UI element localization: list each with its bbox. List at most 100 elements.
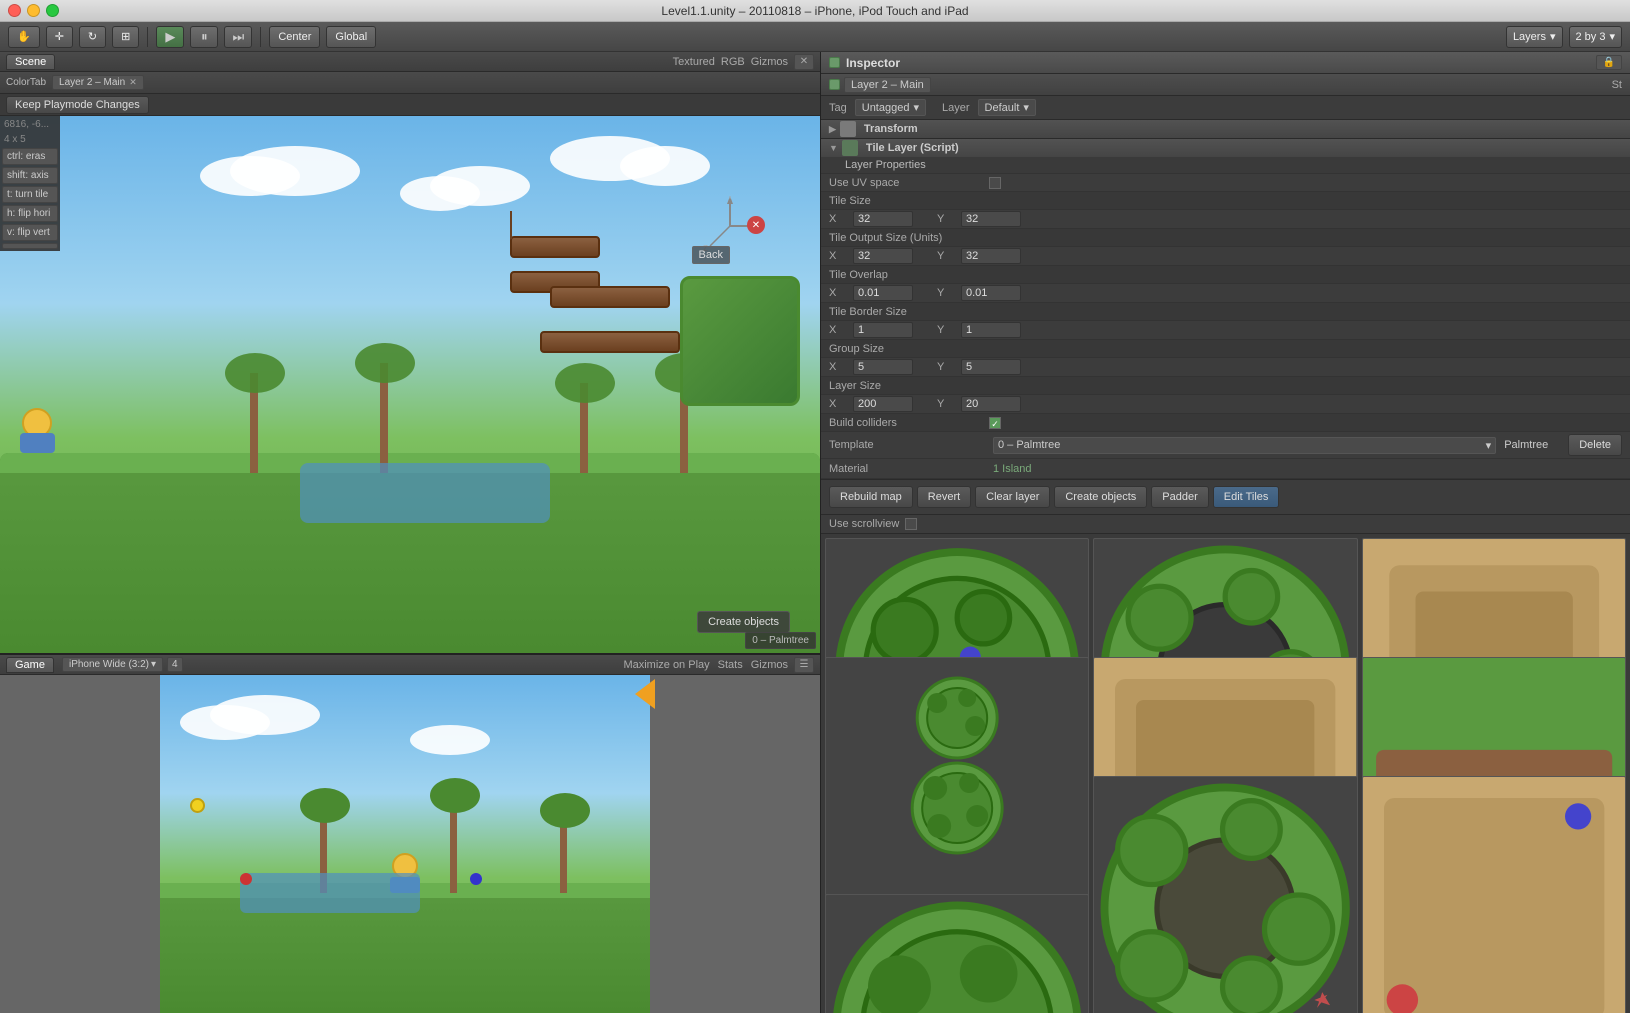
back-button[interactable]: Back xyxy=(692,246,730,264)
layers-dropdown[interactable]: Layers ▾ xyxy=(1506,26,1563,48)
tile-border-x-input[interactable] xyxy=(853,322,913,338)
flip-vert-tool[interactable] xyxy=(2,243,58,249)
tile-size-y-input[interactable] xyxy=(961,211,1021,227)
palm-leaves-1 xyxy=(225,353,285,393)
layers-label: Layers xyxy=(1513,31,1546,43)
layer-size-row: Layer Size xyxy=(821,377,1630,395)
scene-canvas[interactable]: Create objects 0 – Palmtree 6816, -6... … xyxy=(0,116,820,653)
st-label: St xyxy=(1612,79,1622,91)
padder-button[interactable]: Padder xyxy=(1151,486,1208,508)
tag-dropdown[interactable]: Untagged ▾ xyxy=(855,99,926,116)
step-button[interactable]: ⏭ xyxy=(224,26,252,48)
rotate-tool-button[interactable]: ↻ xyxy=(79,26,106,48)
window-controls xyxy=(8,4,59,17)
shift-axis-tool[interactable]: t: turn tile xyxy=(2,186,58,203)
group-size-y-input[interactable] xyxy=(961,359,1021,375)
tile-layer-header[interactable]: ▼ Tile Layer (Script) xyxy=(821,139,1630,157)
tag-layer-row: Tag Untagged ▾ Layer Default ▾ xyxy=(821,96,1630,120)
build-colliders-checkbox[interactable]: ✓ xyxy=(989,417,1001,429)
layer-name-badge: Layer 2 – Main xyxy=(844,77,931,93)
tile-4[interactable] xyxy=(825,657,1089,921)
tile-border-y-input[interactable] xyxy=(961,322,1021,338)
tile-8[interactable] xyxy=(1362,776,1626,1013)
pause-button[interactable]: ⏸ xyxy=(190,26,218,48)
left-panel: Scene Textured RGB Gizmos ✕ ColorTab Lay… xyxy=(0,52,820,1013)
minimize-button[interactable] xyxy=(27,4,40,17)
build-colliders-row: Build colliders ✓ xyxy=(821,414,1630,432)
maximize-button[interactable] xyxy=(46,4,59,17)
stats-button[interactable]: Stats xyxy=(718,659,743,671)
tile-border-row: Tile Border Size xyxy=(821,303,1630,321)
scene-close-button[interactable]: ✕ xyxy=(794,54,814,70)
close-button[interactable] xyxy=(8,4,21,17)
game-tab-label: Game xyxy=(15,659,45,671)
gizmo-x-button[interactable]: ✕ xyxy=(747,216,765,234)
tile-7[interactable] xyxy=(1093,776,1357,1013)
revert-button[interactable]: Revert xyxy=(917,486,971,508)
tile-9-svg xyxy=(826,895,1088,1013)
keep-playmode-button[interactable]: Keep Playmode Changes xyxy=(6,96,149,114)
tile-size-x-input[interactable] xyxy=(853,211,913,227)
center-button[interactable]: Center xyxy=(269,26,320,48)
tile-palette[interactable] xyxy=(821,534,1630,1013)
revert-label: Revert xyxy=(928,491,960,503)
resolution-dropdown[interactable]: iPhone Wide (3:2) ▾ xyxy=(62,657,163,672)
use-scrollview-checkbox[interactable] xyxy=(905,518,917,530)
game-settings-button[interactable]: ☰ xyxy=(794,657,814,673)
scene-tab[interactable]: Scene xyxy=(6,54,55,70)
group-size-row: Group Size xyxy=(821,340,1630,358)
scene-close-icon: ✕ xyxy=(800,56,808,67)
inspector-lock-button[interactable]: 🔒 xyxy=(1596,55,1622,70)
global-button[interactable]: Global xyxy=(326,26,376,48)
scale-tool-button[interactable]: ⊞ xyxy=(112,26,139,48)
layer-chip[interactable]: Layer 2 – Main ✕ xyxy=(52,75,144,90)
game-canvas[interactable] xyxy=(0,675,820,1013)
tile-output-x-label: X xyxy=(829,250,849,262)
edit-tiles-button[interactable]: Edit Tiles xyxy=(1213,486,1280,508)
build-buttons: Rebuild map Revert Clear layer Create ob… xyxy=(821,480,1630,515)
create-objects-label: Create objects xyxy=(1065,491,1136,503)
tile-7-svg xyxy=(1094,777,1356,1013)
rebuild-map-button[interactable]: Rebuild map xyxy=(829,486,913,508)
game-tab[interactable]: Game xyxy=(6,657,54,673)
turn-tile-tool[interactable]: h: flip hori xyxy=(2,205,58,222)
tile-overlap-x-label: X xyxy=(829,287,849,299)
flip-horiz-tool[interactable]: v: flip vert xyxy=(2,224,58,241)
by-dropdown[interactable]: 2 by 3 ▾ xyxy=(1569,26,1623,48)
game-water xyxy=(240,873,420,913)
group-size-x-input[interactable] xyxy=(853,359,913,375)
move-tool-button[interactable]: ✛ xyxy=(46,26,73,48)
scale-icon: ⊞ xyxy=(121,30,130,43)
layer-active-checkbox[interactable] xyxy=(829,79,840,90)
tile-output-x-input[interactable] xyxy=(853,248,913,264)
layer-size-x-input[interactable] xyxy=(853,396,913,412)
delete-button[interactable]: Delete xyxy=(1568,434,1622,456)
use-scrollview-label: Use scrollview xyxy=(829,518,899,530)
tile-output-y-input[interactable] xyxy=(961,248,1021,264)
tile-overlap-x-input[interactable] xyxy=(853,285,913,301)
create-objects-button[interactable]: Create objects xyxy=(1054,486,1147,508)
template-indicator: 0 – Palmtree xyxy=(745,632,816,649)
main-layout: Scene Textured RGB Gizmos ✕ ColorTab Lay… xyxy=(0,52,1630,1013)
template-dropdown[interactable]: 0 – Palmtree ▾ xyxy=(993,437,1496,454)
ctrl-erase-tool[interactable]: shift: axis xyxy=(2,167,58,184)
game-gizmos-button[interactable]: Gizmos xyxy=(751,659,788,671)
create-objects-overlay[interactable]: Create objects xyxy=(697,611,790,633)
layer-size-y-input[interactable] xyxy=(961,396,1021,412)
use-uv-checkbox[interactable] xyxy=(989,177,1001,189)
layer-dropdown[interactable]: Default ▾ xyxy=(978,99,1036,116)
clear-layer-button[interactable]: Clear layer xyxy=(975,486,1050,508)
tile-overlap-y-input[interactable] xyxy=(961,285,1021,301)
maximize-on-play-button[interactable]: Maximize on Play xyxy=(623,659,709,671)
inspector-checkbox[interactable] xyxy=(829,57,840,68)
svg-text:Y: Y xyxy=(727,196,733,201)
rotate-icon: ↻ xyxy=(88,30,97,43)
tile-overlap-y-label: Y xyxy=(937,287,957,299)
hand-tool-button[interactable]: ✋ xyxy=(8,26,40,48)
tile-9[interactable] xyxy=(825,894,1089,1013)
alt-pick-tool[interactable]: ctrl: eras xyxy=(2,148,58,165)
inspector-header: Inspector 🔒 xyxy=(821,52,1630,74)
transform-header[interactable]: ▶ Transform xyxy=(821,120,1630,138)
play-button[interactable]: ▶ xyxy=(156,26,184,48)
gizmos-button[interactable]: Gizmos xyxy=(751,56,788,68)
